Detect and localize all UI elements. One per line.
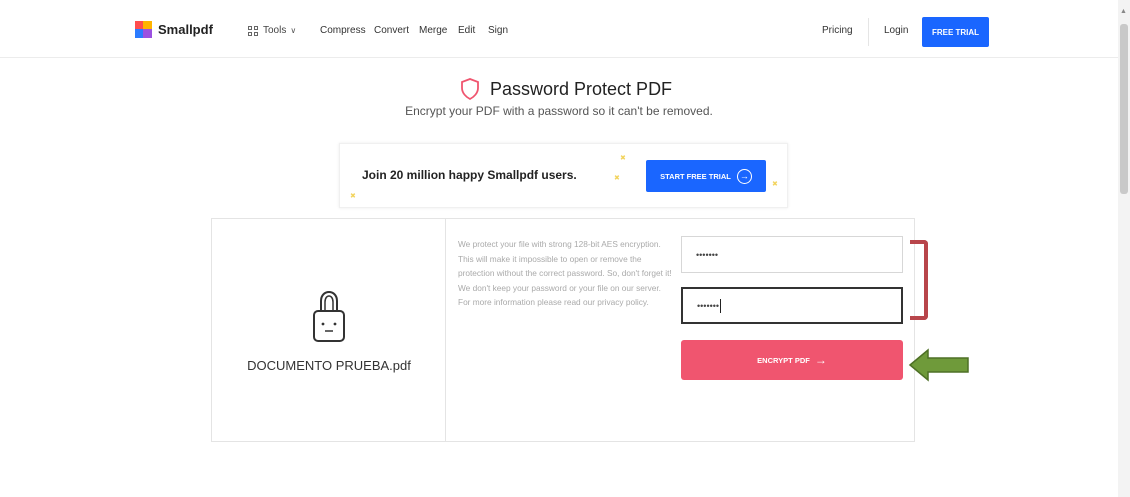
confirm-password-input[interactable]: ••••••• — [681, 287, 903, 324]
nav-divider — [868, 18, 869, 46]
encrypt-pdf-button[interactable]: ENCRYPT PDF → — [681, 340, 903, 380]
chevron-down-icon: ∨ — [290, 26, 297, 35]
sparkle-icon: ✖ — [620, 155, 626, 162]
annotation-arrow-icon — [908, 348, 969, 382]
tools-label: Tools — [263, 25, 287, 36]
scroll-up-icon[interactable]: ▲ — [1120, 8, 1127, 15]
nav-link-sign[interactable]: Sign — [488, 25, 508, 36]
smallpdf-logo[interactable]: Smallpdf — [135, 21, 213, 38]
scroll-thumb[interactable] — [1120, 24, 1128, 194]
sparkle-icon: ✖ — [350, 193, 356, 200]
text-cursor — [720, 298, 722, 313]
tools-menu[interactable]: Tools ∨ — [248, 25, 296, 36]
encryption-info-text: We protect your file with strong 128-bit… — [458, 239, 672, 278]
nav-link-compress[interactable]: Compress — [320, 25, 366, 36]
start-free-trial-button[interactable]: START FREE TRIAL → — [646, 160, 766, 192]
encrypt-pdf-label: ENCRYPT PDF — [757, 355, 810, 365]
file-name: DOCUMENTO PRUEBA.pdf — [247, 358, 411, 373]
nav-link-login[interactable]: Login — [884, 25, 908, 36]
annotation-bracket — [910, 240, 928, 320]
start-free-trial-label: START FREE TRIAL — [660, 171, 731, 181]
top-navigation: Smallpdf Tools ∨ Compress Convert Merge … — [0, 0, 1118, 58]
nav-link-edit[interactable]: Edit — [458, 25, 475, 36]
file-preview: DOCUMENTO PRUEBA.pdf — [212, 219, 446, 441]
logo-icon — [135, 21, 152, 38]
page-heading: Password Protect PDF — [460, 78, 672, 100]
lock-icon — [313, 290, 345, 342]
promo-banner: Join 20 million happy Smallpdf users. ✖ … — [339, 143, 788, 208]
confirm-password-value: ••••••• — [697, 300, 720, 311]
password-value: ••••••• — [696, 249, 719, 260]
free-trial-button[interactable]: FREE TRIAL — [922, 17, 989, 47]
shield-icon — [461, 78, 479, 100]
grid-icon — [248, 25, 258, 36]
sparkle-icon: ✖ — [772, 181, 778, 188]
nav-link-pricing[interactable]: Pricing — [822, 25, 853, 36]
sparkle-icon: ✖ — [614, 175, 620, 182]
page-title: Password Protect PDF — [490, 78, 673, 99]
password-input[interactable]: ••••••• — [681, 236, 903, 273]
arrow-right-circle-icon: → — [736, 168, 752, 184]
scrollbar[interactable]: ▲ — [1118, 0, 1130, 497]
page-subtitle: Encrypt your PDF with a password so it c… — [405, 104, 713, 118]
promo-text: Join 20 million happy Smallpdf users. — [362, 168, 577, 182]
protect-card: DOCUMENTO PRUEBA.pdf We protect your fil… — [211, 218, 915, 442]
encryption-info: We protect your file with strong 128-bit… — [458, 237, 673, 310]
nav-link-convert[interactable]: Convert — [374, 25, 409, 36]
logo-text: Smallpdf — [158, 22, 213, 37]
nav-link-merge[interactable]: Merge — [419, 25, 447, 36]
arrow-right-icon: → — [814, 353, 827, 367]
privacy-info-text: We don't keep your password or your file… — [458, 282, 661, 308]
